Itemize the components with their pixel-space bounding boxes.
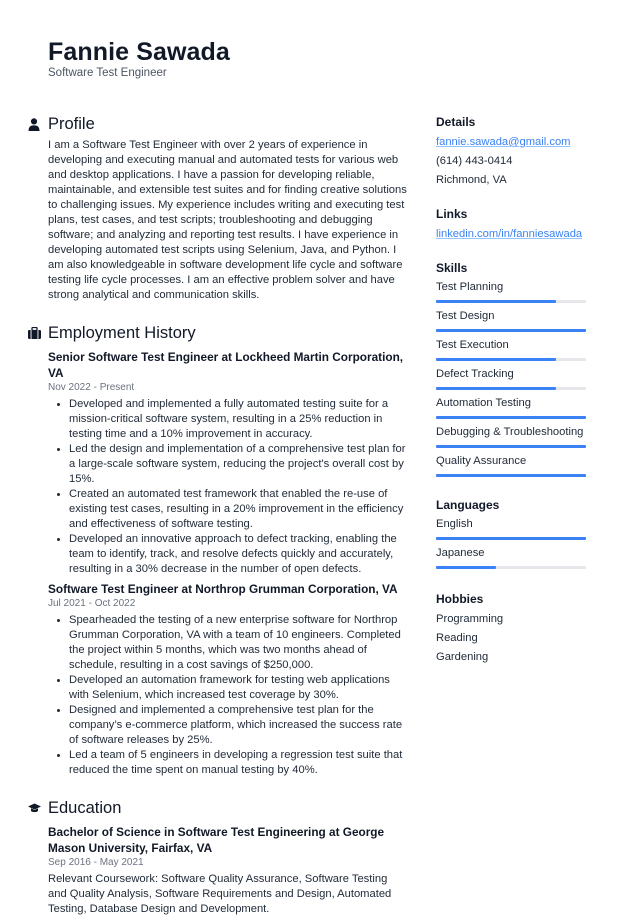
links-title: Links xyxy=(436,207,468,221)
skill-item: Test Planning xyxy=(436,279,596,303)
linkedin-link[interactable]: linkedin.com/in/fanniesawada xyxy=(436,225,596,244)
languages-section: Languages English Japanese xyxy=(436,497,596,569)
job-bullet: Led a team of 5 engineers in developing … xyxy=(69,748,408,778)
language-label: English xyxy=(436,518,473,530)
language-item: English xyxy=(436,516,596,540)
skill-level-bar xyxy=(436,329,586,332)
hobby-item: Gardening xyxy=(436,651,489,663)
details-section: Details fannie.sawada@gmail.com (614) 44… xyxy=(436,114,596,190)
job-entry: Senior Software Test Engineer at Lockhee… xyxy=(48,349,408,577)
skill-label: Test Design xyxy=(436,310,495,322)
skill-level-bar xyxy=(436,445,586,448)
employment-header: Employment History xyxy=(28,321,408,345)
skill-level-fill xyxy=(436,474,586,477)
links-section: Links linkedin.com/in/fanniesawada xyxy=(436,206,596,244)
job-bullet: Led the design and implementation of a c… xyxy=(69,442,408,487)
job-bullet: Spearheaded the testing of a new enterpr… xyxy=(69,613,408,673)
profile-section: Profile I am a Software Test Engineer wi… xyxy=(28,112,408,303)
job-date: Nov 2022 - Present xyxy=(48,382,135,393)
skill-level-fill xyxy=(436,300,556,303)
job-bullet: Designed and implemented a comprehensive… xyxy=(69,703,408,748)
skill-level-fill xyxy=(436,445,586,448)
skill-level-fill xyxy=(436,358,556,361)
languages-title: Languages xyxy=(436,498,500,512)
skill-label: Test Planning xyxy=(436,281,504,293)
skill-item: Automation Testing xyxy=(436,395,596,419)
job-entry: Software Test Engineer at Northrop Grumm… xyxy=(48,581,408,778)
hobby-item: Reading xyxy=(436,632,478,644)
language-level-bar xyxy=(436,566,586,569)
candidate-role: Software Test Engineer xyxy=(48,67,167,79)
skill-item: Defect Tracking xyxy=(436,366,596,390)
skill-item: Debugging & Troubleshooting xyxy=(436,424,596,448)
skill-label: Automation Testing xyxy=(436,397,531,409)
skill-level-fill xyxy=(436,329,586,332)
education-entry: Bachelor of Science in Software Test Eng… xyxy=(48,824,408,917)
skill-item: Test Execution xyxy=(436,337,596,361)
person-icon xyxy=(28,117,48,131)
job-bullets: Spearheaded the testing of a new enterpr… xyxy=(48,613,408,778)
language-level-fill xyxy=(436,537,586,540)
briefcase-icon xyxy=(28,327,48,339)
language-level-bar xyxy=(436,537,586,540)
hobby-item: Programming xyxy=(436,613,504,625)
degree-title: Bachelor of Science in Software Test Eng… xyxy=(48,825,385,855)
skill-level-bar xyxy=(436,474,586,477)
hobbies-section: Hobbies Programming Reading Gardening xyxy=(436,591,596,667)
graduation-cap-icon xyxy=(28,803,48,813)
job-bullet: Created an automated test framework that… xyxy=(69,487,408,532)
degree-date: Sep 2016 - May 2021 xyxy=(48,857,144,868)
skills-title: Skills xyxy=(436,261,468,275)
candidate-name: Fannie Sawada xyxy=(48,38,230,66)
hobbies-title: Hobbies xyxy=(436,592,484,606)
degree-description: Relevant Coursework: Software Quality As… xyxy=(48,873,392,915)
language-level-fill xyxy=(436,566,496,569)
language-label: Japanese xyxy=(436,547,485,559)
job-bullets: Developed and implemented a fully automa… xyxy=(48,397,408,577)
job-title: Senior Software Test Engineer at Lockhee… xyxy=(48,350,404,380)
education-section: Education Bachelor of Science in Softwar… xyxy=(28,796,408,917)
skill-item: Quality Assurance xyxy=(436,453,596,477)
skill-level-bar xyxy=(436,300,586,303)
employment-list: Senior Software Test Engineer at Lockhee… xyxy=(48,349,408,778)
skill-label: Quality Assurance xyxy=(436,455,527,467)
job-bullet: Developed an automation framework for te… xyxy=(69,673,408,703)
sidebar-column: Details fannie.sawada@gmail.com (614) 44… xyxy=(436,112,596,681)
location: Richmond, VA xyxy=(436,174,507,186)
skill-level-bar xyxy=(436,387,586,390)
job-bullet: Developed an innovative approach to defe… xyxy=(69,532,408,577)
skill-level-fill xyxy=(436,387,556,390)
profile-text: I am a Software Test Engineer with over … xyxy=(48,139,407,301)
employment-title: Employment History xyxy=(48,323,196,342)
skill-label: Defect Tracking xyxy=(436,368,514,380)
skill-item: Test Design xyxy=(436,308,596,332)
profile-header: Profile xyxy=(28,112,408,136)
skill-level-fill xyxy=(436,416,586,419)
details-title: Details xyxy=(436,115,476,129)
phone-number: (614) 443-0414 xyxy=(436,155,513,167)
skill-label: Debugging & Troubleshooting xyxy=(436,426,584,438)
main-column: Profile I am a Software Test Engineer wi… xyxy=(28,112,408,917)
skill-level-bar xyxy=(436,416,586,419)
job-title: Software Test Engineer at Northrop Grumm… xyxy=(48,582,398,596)
email-link[interactable]: fannie.sawada@gmail.com xyxy=(436,133,596,152)
language-item: Japanese xyxy=(436,545,596,569)
job-date: Jul 2021 - Oct 2022 xyxy=(48,598,136,609)
skills-section: Skills Test Planning Test Design Test Exec… xyxy=(436,260,596,477)
job-bullet: Developed and implemented a fully automa… xyxy=(69,397,408,442)
employment-section: Employment History Senior Software Test … xyxy=(28,321,408,778)
education-header: Education xyxy=(28,796,408,820)
education-title: Education xyxy=(48,798,122,817)
skill-level-bar xyxy=(436,358,586,361)
profile-title: Profile xyxy=(48,114,95,133)
skill-label: Test Execution xyxy=(436,339,509,351)
